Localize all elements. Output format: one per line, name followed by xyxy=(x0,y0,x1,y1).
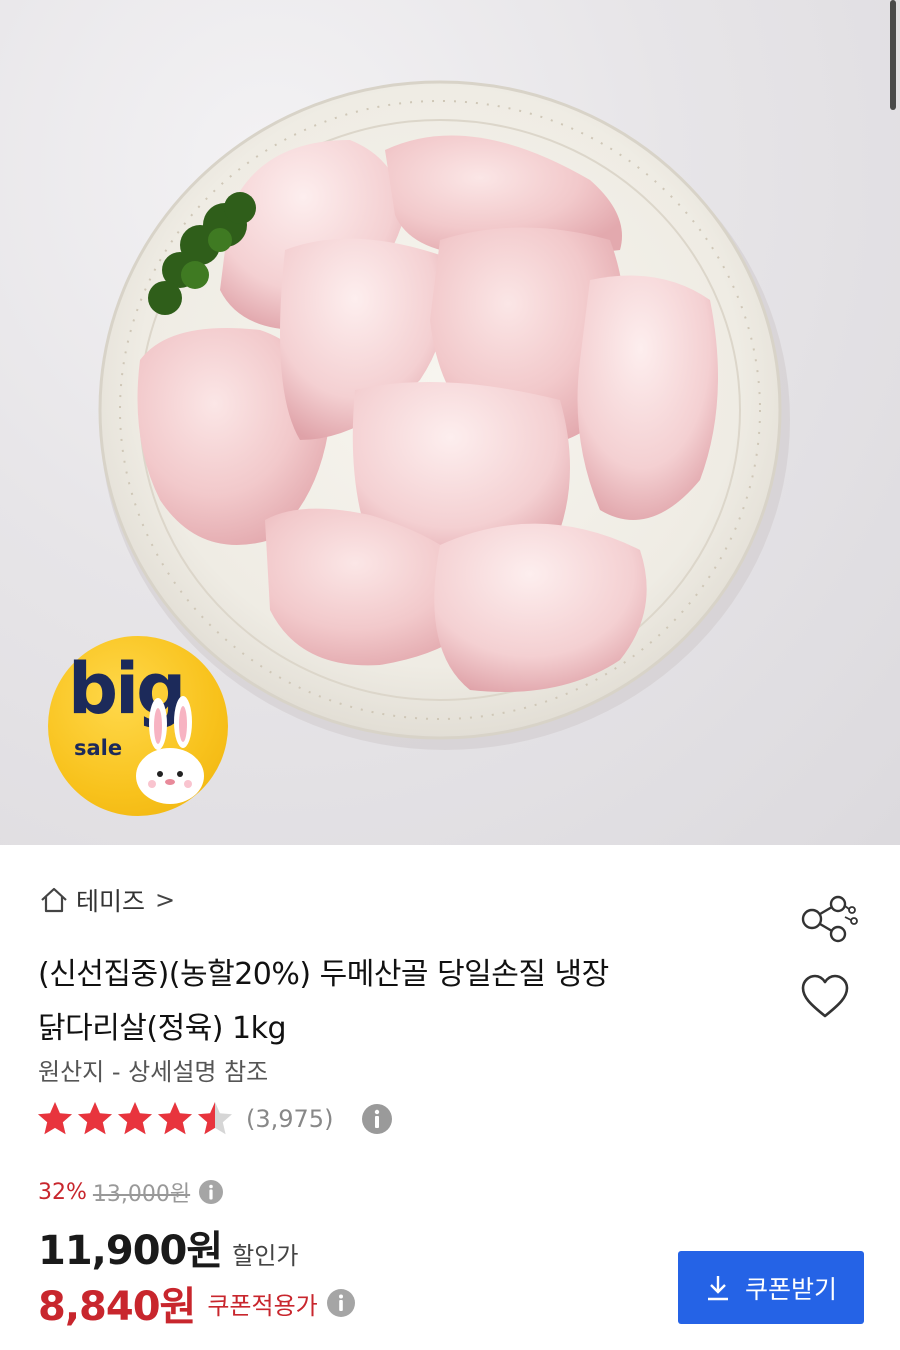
get-coupon-label: 쿠폰받기 xyxy=(744,1274,837,1304)
origin-text: 원산지 - 상세설명 참조 xyxy=(38,1058,269,1086)
discount-rate: 32% xyxy=(38,1179,87,1205)
rating-row[interactable]: (3,975) xyxy=(36,1100,393,1138)
get-coupon-button[interactable]: 쿠폰받기 xyxy=(678,1251,864,1324)
discount-row: 32% 13,000원 xyxy=(38,1176,224,1208)
product-title: (신선집중)(농할20%) 두메산골 당일손질 냉장 닭다리살(정육) 1kg xyxy=(38,948,778,1056)
scrollbar[interactable] xyxy=(890,0,896,110)
sale-price-row: 11,900원 할인가 xyxy=(38,1218,298,1276)
big-sale-badge: big sale xyxy=(48,636,228,816)
star-rating xyxy=(36,1100,236,1138)
coupon-price-row: 8,840원 쿠폰적용가 xyxy=(38,1274,356,1332)
info-icon[interactable] xyxy=(198,1179,224,1205)
review-count[interactable]: (3,975) xyxy=(246,1105,333,1133)
coupon-price: 8,840원 xyxy=(38,1284,196,1330)
info-icon[interactable] xyxy=(361,1103,393,1135)
star-icon xyxy=(38,1102,72,1135)
star-icon xyxy=(198,1102,232,1135)
download-icon xyxy=(707,1275,728,1300)
coupon-price-label: 쿠폰적용가 xyxy=(207,1291,318,1320)
store-name: 테미즈 xyxy=(76,887,146,916)
original-price: 13,000원 xyxy=(92,1182,191,1207)
store-link[interactable]: 테미즈 > xyxy=(38,882,175,918)
star-icon xyxy=(118,1102,152,1135)
product-title-line-1: (신선집중)(농할20%) 두메산골 당일손질 냉장 xyxy=(38,957,609,992)
rabbit-icon xyxy=(136,696,204,804)
star-icon xyxy=(78,1102,112,1135)
badge-sale-text: sale xyxy=(74,736,123,760)
product-image[interactable]: big sale xyxy=(0,0,900,845)
sale-price: 11,900원 xyxy=(38,1228,223,1274)
sale-price-label: 할인가 xyxy=(232,1242,299,1270)
share-icon[interactable] xyxy=(800,895,860,943)
home-icon xyxy=(41,887,67,913)
heart-icon[interactable] xyxy=(800,973,850,1021)
chevron-right-icon: > xyxy=(155,886,176,914)
product-title-line-2: 닭다리살(정육) 1kg xyxy=(38,1011,287,1046)
star-icon xyxy=(158,1102,192,1135)
info-icon[interactable] xyxy=(326,1288,356,1318)
